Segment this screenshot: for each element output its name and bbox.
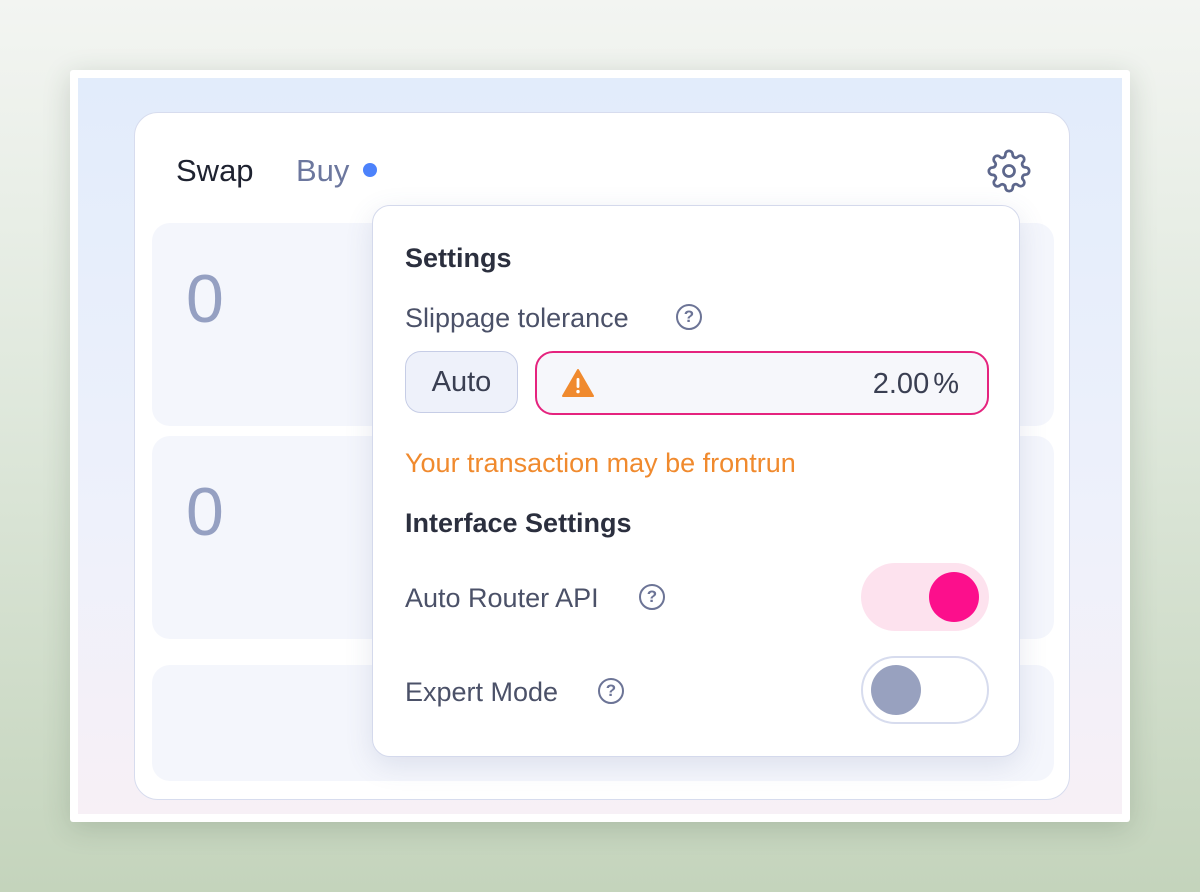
warning-icon	[562, 369, 594, 397]
toggle-knob	[871, 665, 921, 715]
buy-notification-dot	[363, 163, 377, 177]
auto-router-help-icon[interactable]: ?	[639, 584, 665, 610]
expert-mode-toggle[interactable]	[861, 656, 989, 724]
expert-mode-help-icon[interactable]: ?	[598, 678, 624, 704]
tab-swap[interactable]: Swap	[176, 153, 254, 189]
slippage-auto-button[interactable]: Auto	[405, 351, 518, 413]
tab-buy[interactable]: Buy	[296, 153, 349, 189]
interface-settings-title: Interface Settings	[405, 508, 632, 538]
slippage-value: 2.00	[872, 368, 930, 400]
expert-mode-label: Expert Mode	[405, 677, 559, 707]
slippage-value-field[interactable]: 2.00%	[873, 367, 959, 401]
toggle-knob	[929, 572, 979, 622]
slippage-help-icon[interactable]: ?	[676, 304, 702, 330]
auto-router-label: Auto Router API	[405, 583, 599, 613]
auto-router-toggle[interactable]	[861, 563, 989, 631]
sell-amount-input[interactable]: 0	[186, 261, 224, 337]
slippage-input[interactable]: 2.00%	[535, 351, 989, 415]
settings-title: Settings	[405, 243, 512, 273]
percent-symbol: %	[933, 368, 959, 400]
gear-icon[interactable]	[987, 149, 1031, 193]
frontrun-warning: Your transaction may be frontrun	[405, 448, 796, 478]
settings-popover: Settings Slippage tolerance ? Auto 2.00%…	[372, 205, 1020, 757]
buy-amount-input[interactable]: 0	[186, 474, 224, 550]
slippage-label: Slippage tolerance	[405, 303, 629, 333]
